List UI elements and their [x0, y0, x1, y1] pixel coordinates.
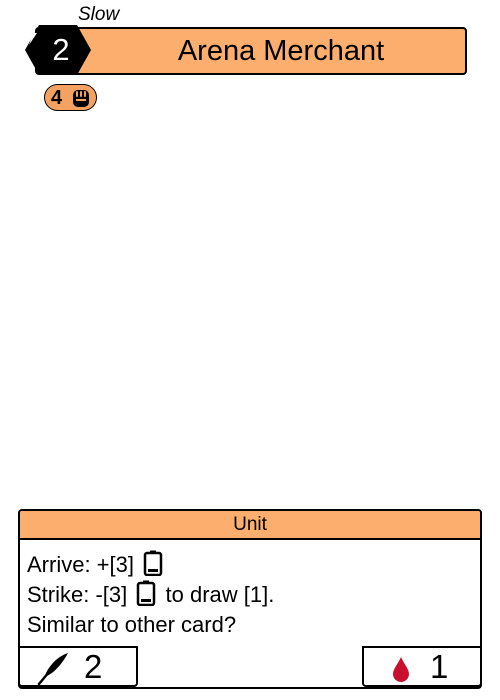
blood-drop-icon: [393, 657, 409, 682]
footer-right-box: 1: [362, 646, 482, 687]
card-name: Arena Merchant: [177, 35, 385, 67]
rules-text: Arrive: +[3] Strike: -[3] to draw [1]. S…: [20, 540, 480, 640]
quill-icon: [37, 653, 68, 685]
speed-label: Slow: [78, 4, 120, 25]
strength-value: 4: [51, 87, 63, 109]
footer-right-value: 1: [430, 648, 449, 685]
strength-badge: 4: [44, 84, 97, 111]
fist-icon: [73, 90, 89, 107]
title-bar: Arena Merchant: [35, 27, 467, 75]
cost-value: 2: [52, 32, 70, 67]
footer-left-value: 2: [84, 648, 103, 685]
footer-left-box: 2: [18, 646, 138, 687]
battery-icon: [137, 580, 156, 606]
card-type: Unit: [20, 511, 480, 540]
bolt-icon: [27, 25, 37, 45]
rules-line-strike: Strike: -[3] to draw [1].: [27, 580, 275, 607]
battery-icon: [143, 550, 163, 576]
rules-line-similar: Similar to other card?: [27, 612, 237, 637]
cost-hexagon: 2: [25, 25, 91, 75]
rules-line-arrive: Arrive: +[3]: [27, 550, 480, 580]
